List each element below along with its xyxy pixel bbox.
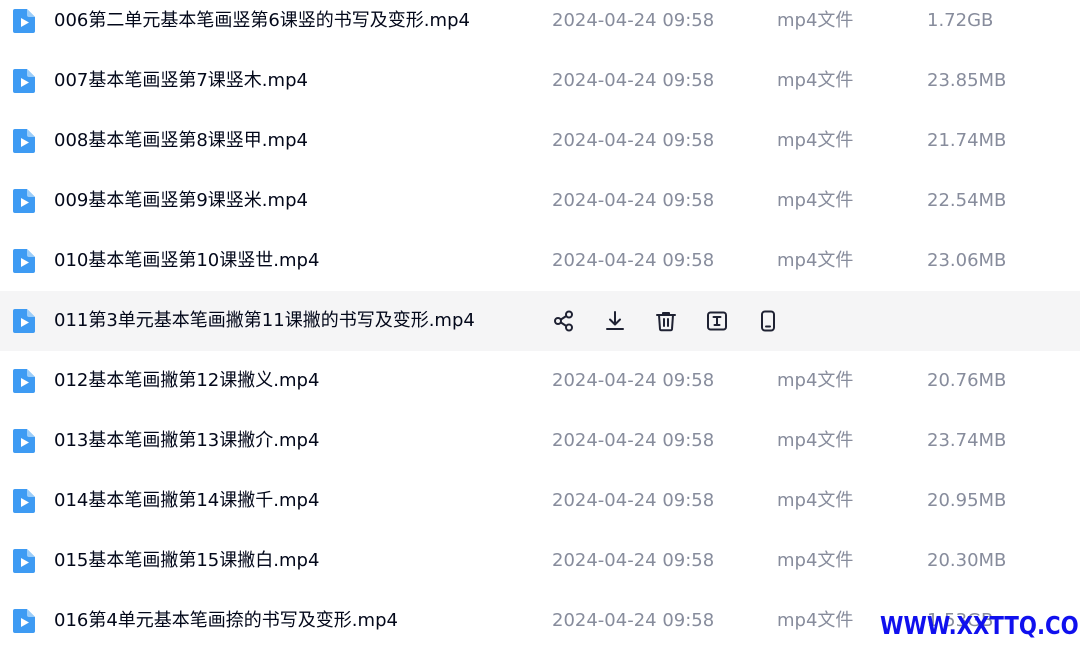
file-video-icon xyxy=(12,488,36,514)
file-name[interactable]: 008基本笔画竖第8课竖甲.mp4 xyxy=(54,111,308,171)
file-type: mp4文件 xyxy=(777,70,854,91)
watermark: WWW.XXTTQ.COM xyxy=(880,611,1080,640)
file-row[interactable]: 008基本笔画竖第8课竖甲.mp4 2024-04-24 09:58 mp4文件 21… xyxy=(0,111,1080,171)
file-type: mp4文件 xyxy=(777,490,854,511)
file-name[interactable]: 013基本笔画撇第13课撇介.mp4 xyxy=(54,411,319,471)
file-size: 23.85MB xyxy=(927,70,1007,91)
file-row[interactable]: 015基本笔画撇第15课撇白.mp4 2024-04-24 09:58 mp4文件 2… xyxy=(0,531,1080,591)
file-row[interactable]: 011第3单元基本笔画撇第11课撇的书写及变形.mp4 xyxy=(0,291,1080,351)
file-row[interactable]: 010基本笔画竖第10课竖世.mp4 2024-04-24 09:58 mp4文件 2… xyxy=(0,231,1080,291)
file-row[interactable]: 009基本笔画竖第9课竖米.mp4 2024-04-24 09:58 mp4文件 22… xyxy=(0,171,1080,231)
rename-button[interactable] xyxy=(705,309,729,333)
share-icon xyxy=(552,309,576,333)
file-row[interactable]: 013基本笔画撇第13课撇介.mp4 2024-04-24 09:58 mp4文件 2… xyxy=(0,411,1080,471)
file-type: mp4文件 xyxy=(777,550,854,571)
file-type: mp4文件 xyxy=(777,250,854,271)
file-name[interactable]: 015基本笔画撇第15课撇白.mp4 xyxy=(54,531,319,591)
file-name[interactable]: 016第4单元基本笔画捺的书写及变形.mp4 xyxy=(54,591,398,651)
share-button[interactable] xyxy=(552,309,576,333)
file-video-icon xyxy=(12,248,36,274)
file-date: 2024-04-24 09:58 xyxy=(552,430,715,451)
file-size: 21.74MB xyxy=(927,130,1007,151)
phone-icon xyxy=(756,309,780,333)
file-video-icon xyxy=(12,308,36,334)
file-date: 2024-04-24 09:58 xyxy=(552,550,715,571)
file-row[interactable]: 006第二单元基本笔画竖第6课竖的书写及变形.mp4 2024-04-24 09:… xyxy=(0,0,1080,51)
trash-icon xyxy=(654,309,678,333)
file-size: 23.74MB xyxy=(927,430,1007,451)
file-name[interactable]: 007基本笔画竖第7课竖木.mp4 xyxy=(54,51,308,111)
file-type: mp4文件 xyxy=(777,130,854,151)
file-name[interactable]: 011第3单元基本笔画撇第11课撇的书写及变形.mp4 xyxy=(54,291,475,351)
file-name[interactable]: 006第二单元基本笔画竖第6课竖的书写及变形.mp4 xyxy=(54,0,470,51)
file-video-icon xyxy=(12,548,36,574)
file-video-icon xyxy=(12,368,36,394)
file-date: 2024-04-24 09:58 xyxy=(552,370,715,391)
file-name[interactable]: 012基本笔画撇第12课撇义.mp4 xyxy=(54,351,319,411)
file-name[interactable]: 010基本笔画竖第10课竖世.mp4 xyxy=(54,231,319,291)
file-type: mp4文件 xyxy=(777,430,854,451)
file-video-icon xyxy=(12,68,36,94)
file-type: mp4文件 xyxy=(777,610,854,631)
download-button[interactable] xyxy=(603,309,627,333)
file-video-icon xyxy=(12,428,36,454)
file-date: 2024-04-24 09:58 xyxy=(552,610,715,631)
file-size: 1.72GB xyxy=(927,10,994,31)
file-size: 20.76MB xyxy=(927,370,1007,391)
delete-button[interactable] xyxy=(654,309,678,333)
file-date: 2024-04-24 09:58 xyxy=(552,10,715,31)
file-type: mp4文件 xyxy=(777,190,854,211)
file-type: mp4文件 xyxy=(777,370,854,391)
file-video-icon xyxy=(12,128,36,154)
file-video-icon xyxy=(12,8,36,34)
file-row[interactable]: 007基本笔画竖第7课竖木.mp4 2024-04-24 09:58 mp4文件 23… xyxy=(0,51,1080,111)
file-size: 20.30MB xyxy=(927,550,1007,571)
file-size: 20.95MB xyxy=(927,490,1007,511)
rename-icon xyxy=(705,309,729,333)
file-name[interactable]: 014基本笔画撇第14课撇千.mp4 xyxy=(54,471,319,531)
file-type: mp4文件 xyxy=(777,10,854,31)
file-date: 2024-04-24 09:58 xyxy=(552,130,715,151)
more-button[interactable] xyxy=(756,309,780,333)
file-date: 2024-04-24 09:58 xyxy=(552,250,715,271)
download-icon xyxy=(603,309,627,333)
file-row[interactable]: 012基本笔画撇第12课撇义.mp4 2024-04-24 09:58 mp4文件 2… xyxy=(0,351,1080,411)
file-video-icon xyxy=(12,608,36,634)
file-row[interactable]: 014基本笔画撇第14课撇千.mp4 2024-04-24 09:58 mp4文件 2… xyxy=(0,471,1080,531)
file-size: 23.06MB xyxy=(927,250,1007,271)
file-list: 006第二单元基本笔画竖第6课竖的书写及变形.mp4 2024-04-24 09:… xyxy=(0,0,1080,651)
file-size: 22.54MB xyxy=(927,190,1007,211)
file-video-icon xyxy=(12,188,36,214)
file-name[interactable]: 009基本笔画竖第9课竖米.mp4 xyxy=(54,171,308,231)
file-date: 2024-04-24 09:58 xyxy=(552,70,715,91)
file-date: 2024-04-24 09:58 xyxy=(552,190,715,211)
file-date: 2024-04-24 09:58 xyxy=(552,490,715,511)
